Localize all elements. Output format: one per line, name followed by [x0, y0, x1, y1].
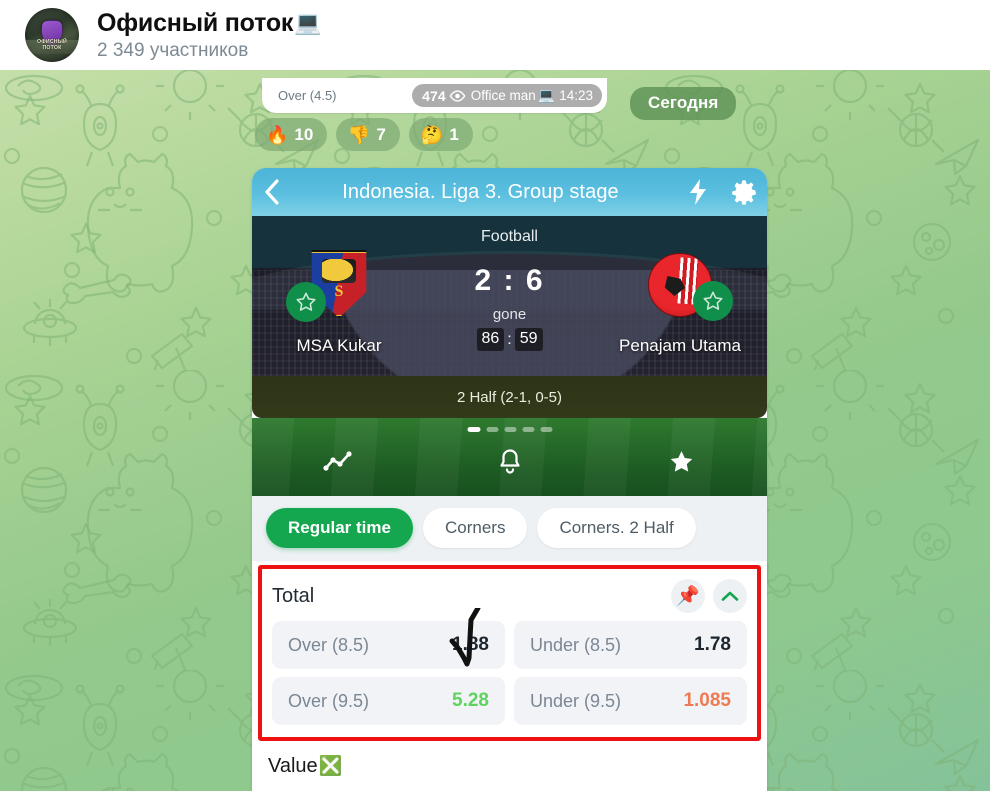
favorites-button[interactable] [595, 449, 767, 475]
away-team: Penajam Utama [605, 250, 755, 355]
clock-minutes: 86 [476, 328, 505, 351]
reaction-thinking[interactable]: 🤔 1 [409, 118, 474, 151]
odd-value: 5.28 [452, 690, 489, 711]
cross-mark-button-icon: ❎ [318, 756, 343, 777]
eye-icon [449, 89, 466, 102]
tab-label: Corners. 2 Half [559, 518, 674, 537]
reactions-bar: 🔥 10 👎 7 🤔 1 [255, 118, 474, 151]
tab-corners-2-half[interactable]: Corners. 2 Half [537, 508, 696, 548]
market-title: Total [272, 584, 315, 607]
value-section: Value ❎ [252, 741, 767, 778]
message-meta-chip: 474 Office man 💻 14:23 [412, 84, 602, 107]
lightning-bolt-icon [690, 179, 706, 205]
period-info-bar: 2 Half (2-1, 0-5) [252, 376, 767, 418]
tab-label: Regular time [288, 518, 391, 537]
chevron-up-icon [721, 591, 739, 601]
date-divider: Сегодня [630, 87, 737, 120]
carousel-dots[interactable] [467, 427, 552, 432]
scoreboard[interactable]: Football 2 : 6 gone 86 : 59 MSA Kukar [252, 216, 767, 376]
pin-market-button[interactable]: 📌 [671, 579, 705, 613]
lightning-button[interactable] [675, 178, 721, 206]
star-icon [670, 450, 692, 472]
statistics-chart-icon [323, 450, 352, 471]
previous-message-text: Over (4.5) [278, 88, 337, 103]
thinking-face-icon: 🤔 [420, 124, 444, 145]
pitch-action-buttons [252, 448, 767, 475]
message-column: Over (4.5) 474 Office man 💻 14:23 🔥 10 👎… [252, 70, 767, 791]
reaction-count: 1 [449, 124, 459, 144]
total-market-highlight-box: Total 📌 Over (8.5) 1.88 Under (8.5) 1.78… [258, 565, 761, 741]
league-title: Indonesia. Liga 3. Group stage [342, 180, 619, 203]
view-count: 474 [422, 87, 446, 104]
sport-label: Football [481, 228, 538, 245]
chevron-left-icon [265, 179, 279, 205]
carousel-dot-3[interactable] [504, 427, 516, 432]
odd-label: Under (8.5) [530, 634, 622, 655]
odds-row-9-5: Over (9.5) 5.28 Under (9.5) 1.085 [272, 677, 747, 725]
odd-under-9-5[interactable]: Under (9.5) 1.085 [514, 677, 747, 725]
reaction-count: 7 [376, 124, 386, 144]
value-label: Value [268, 755, 318, 777]
odd-value: 1.78 [694, 634, 731, 655]
clock-seconds: 59 [514, 328, 543, 351]
collapse-market-button[interactable] [713, 579, 747, 613]
tab-corners[interactable]: Corners [422, 508, 528, 548]
odd-label: Over (8.5) [288, 634, 370, 655]
message-time: 14:23 [559, 88, 593, 103]
odd-value: 1.085 [683, 690, 731, 711]
odd-under-8-5[interactable]: Under (8.5) 1.78 [514, 621, 747, 669]
avatar-line-2: ПОТОК [42, 45, 62, 51]
match-clock: 86 : 59 [476, 328, 543, 351]
settings-button[interactable] [721, 179, 767, 205]
away-favorite-button[interactable] [693, 281, 733, 321]
tab-regular-time[interactable]: Regular time [266, 508, 413, 548]
clock-colon: : [507, 330, 512, 348]
chat-header: ОФИСНЫЙ ПОТОК Офисный поток 💻 2 349 участ… [0, 0, 990, 70]
market-header: Total 📌 [272, 579, 747, 613]
reaction-fire[interactable]: 🔥 10 [255, 118, 328, 151]
pitch-actions-area [252, 418, 767, 496]
statistics-button[interactable] [252, 450, 424, 474]
period-info-text: 2 Half (2-1, 0-5) [456, 388, 563, 406]
star-outline-icon [296, 292, 316, 311]
pushpin-icon: 📌 [676, 585, 700, 607]
odd-over-9-5[interactable]: Over (9.5) 5.28 [272, 677, 505, 725]
bell-icon [499, 449, 520, 474]
odd-value: 1.88 [452, 634, 489, 655]
carousel-dot-4[interactable] [522, 427, 534, 432]
home-favorite-button[interactable] [286, 282, 326, 322]
odd-over-8-5[interactable]: Over (8.5) 1.88 [272, 621, 505, 669]
laptop-icon: 💻 [294, 10, 322, 35]
avatar[interactable]: ОФИСНЫЙ ПОТОК [25, 8, 79, 62]
market-section: Total 📌 Over (8.5) 1.88 Under (8.5) 1.78… [252, 565, 767, 778]
home-team-name: MSA Kukar [296, 336, 382, 355]
fire-icon: 🔥 [266, 124, 289, 145]
carousel-dot-5[interactable] [540, 427, 552, 432]
notifications-button[interactable] [424, 448, 596, 475]
page-title: Офисный поток [97, 8, 294, 37]
gear-icon [732, 180, 756, 205]
previous-message-bubble[interactable]: Over (4.5) 474 Office man 💻 14:23 [262, 78, 607, 113]
odd-label: Under (9.5) [530, 690, 622, 711]
odd-label: Over (9.5) [288, 690, 370, 711]
webapp-toolbar: Indonesia. Liga 3. Group stage [252, 168, 767, 216]
member-count: 2 349 участников [97, 39, 249, 61]
carousel-dot-2[interactable] [486, 427, 498, 432]
star-outline-icon [703, 291, 723, 310]
reaction-thumbsdown[interactable]: 👎 7 [336, 118, 401, 151]
carousel-dot-1[interactable] [467, 427, 480, 432]
home-team: MSA Kukar [264, 250, 414, 355]
market-tabs: Regular time Corners Corners. 2 Half [252, 496, 767, 561]
odds-row-8-5: Over (8.5) 1.88 Under (8.5) 1.78 [272, 621, 747, 669]
betting-webapp-card: Indonesia. Liga 3. Group stage Football … [252, 168, 767, 791]
tab-label: Corners [444, 518, 506, 537]
thumbs-down-icon: 👎 [347, 124, 371, 145]
reaction-count: 10 [294, 124, 314, 144]
message-author: Office man [470, 88, 536, 103]
laptop-icon: 💻 [537, 87, 556, 103]
chat-header-texts: Офисный поток 💻 2 349 участников [97, 8, 322, 62]
chat-title-row[interactable]: Офисный поток 💻 [97, 8, 322, 38]
away-team-name: Penajam Utama [619, 336, 741, 355]
